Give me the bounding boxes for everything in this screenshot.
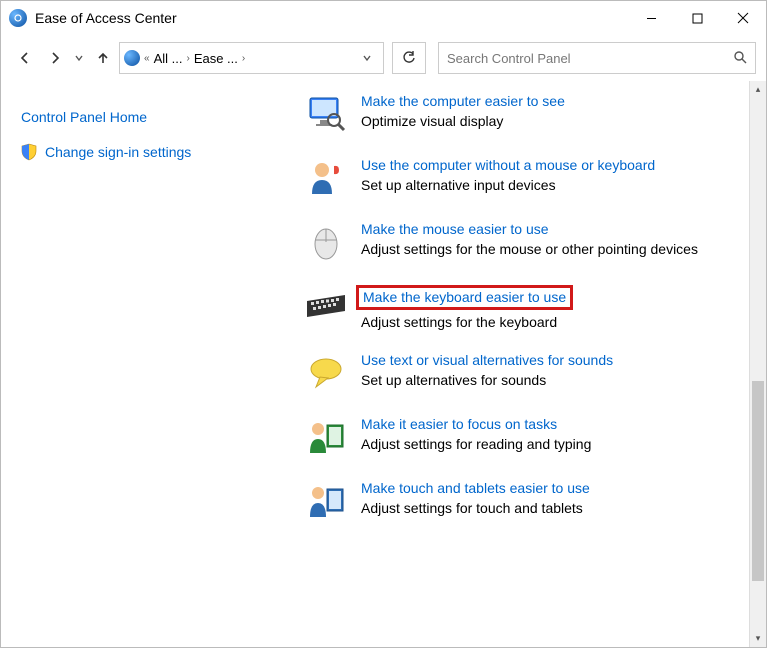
- option-easier-to-see: Make the computer easier to see Optimize…: [305, 93, 736, 135]
- focus-icon: [305, 416, 347, 458]
- desc-mouse-easier: Adjust settings for the mouse or other p…: [361, 241, 736, 257]
- control-panel-home-link[interactable]: Control Panel Home: [21, 109, 281, 125]
- breadcrumb-seg2[interactable]: Ease ...: [194, 51, 238, 66]
- keyboard-icon: [305, 285, 347, 327]
- scroll-thumb[interactable]: [752, 381, 764, 581]
- chevron-right-icon: ›: [186, 53, 189, 64]
- close-button[interactable]: [720, 2, 766, 34]
- scroll-up-icon[interactable]: ▴: [750, 81, 766, 98]
- back-button[interactable]: [11, 42, 39, 74]
- up-button[interactable]: [89, 42, 117, 74]
- shield-icon: [21, 143, 37, 161]
- search-placeholder: Search Control Panel: [447, 51, 571, 66]
- desc-easier-to-see: Optimize visual display: [361, 113, 736, 129]
- address-icon: [124, 50, 140, 66]
- link-text-visual-sounds[interactable]: Use text or visual alternatives for soun…: [361, 352, 613, 368]
- speech-bubble-icon: [305, 352, 347, 394]
- link-mouse-easier[interactable]: Make the mouse easier to use: [361, 221, 549, 237]
- option-keyboard-easier: Make the keyboard easier to use Adjust s…: [305, 285, 736, 330]
- refresh-button[interactable]: [392, 42, 426, 74]
- mouse-icon: [305, 221, 347, 263]
- address-bar[interactable]: « All ... › Ease ... ›: [119, 42, 384, 74]
- desc-touch-tablets: Adjust settings for touch and tablets: [361, 500, 736, 516]
- option-focus-tasks: Make it easier to focus on tasks Adjust …: [305, 416, 736, 458]
- option-without-mouse-keyboard: Use the computer without a mouse or keyb…: [305, 157, 736, 199]
- change-signin-settings-link[interactable]: Change sign-in settings: [21, 143, 281, 161]
- option-touch-tablets: Make touch and tablets easier to use Adj…: [305, 480, 736, 522]
- app-icon: [9, 9, 27, 27]
- forward-button[interactable]: [41, 42, 69, 74]
- chevron-right-icon: ›: [242, 53, 245, 64]
- recent-dropdown[interactable]: [71, 42, 87, 74]
- sidebar-home-label: Control Panel Home: [21, 109, 147, 125]
- desc-focus-tasks: Adjust settings for reading and typing: [361, 436, 736, 452]
- maximize-button[interactable]: [674, 2, 720, 34]
- link-focus-tasks[interactable]: Make it easier to focus on tasks: [361, 416, 557, 432]
- scrollbar[interactable]: ▴ ▾: [749, 81, 766, 647]
- monitor-icon: [305, 93, 347, 135]
- desc-without-mouse-keyboard: Set up alternative input devices: [361, 177, 736, 193]
- sidebar-signin-label: Change sign-in settings: [45, 144, 191, 160]
- link-keyboard-easier[interactable]: Make the keyboard easier to use: [356, 285, 573, 310]
- breadcrumb-seg1[interactable]: All ...: [154, 51, 183, 66]
- search-input[interactable]: Search Control Panel: [438, 42, 756, 74]
- desc-keyboard-easier: Adjust settings for the keyboard: [361, 314, 736, 330]
- touch-icon: [305, 480, 347, 522]
- scroll-down-icon[interactable]: ▾: [750, 630, 766, 647]
- link-easier-to-see[interactable]: Make the computer easier to see: [361, 93, 565, 109]
- search-icon: [733, 50, 747, 67]
- content-area: Control Panel Home Change sign-in settin…: [1, 81, 766, 647]
- sidebar: Control Panel Home Change sign-in settin…: [1, 81, 301, 647]
- chevron-left-icon: «: [144, 53, 150, 64]
- option-mouse-easier: Make the mouse easier to use Adjust sett…: [305, 221, 736, 263]
- link-without-mouse-keyboard[interactable]: Use the computer without a mouse or keyb…: [361, 157, 655, 173]
- window-title: Ease of Access Center: [35, 10, 177, 26]
- main-panel: Make the computer easier to see Optimize…: [301, 81, 766, 647]
- minimize-button[interactable]: [628, 2, 674, 34]
- nav-toolbar: « All ... › Ease ... › Search Control Pa…: [1, 35, 766, 81]
- option-text-visual-sounds: Use text or visual alternatives for soun…: [305, 352, 736, 394]
- titlebar: Ease of Access Center: [1, 1, 766, 35]
- link-touch-tablets[interactable]: Make touch and tablets easier to use: [361, 480, 590, 496]
- address-dropdown[interactable]: [355, 42, 379, 74]
- desc-text-visual-sounds: Set up alternatives for sounds: [361, 372, 736, 388]
- person-speaking-icon: [305, 157, 347, 199]
